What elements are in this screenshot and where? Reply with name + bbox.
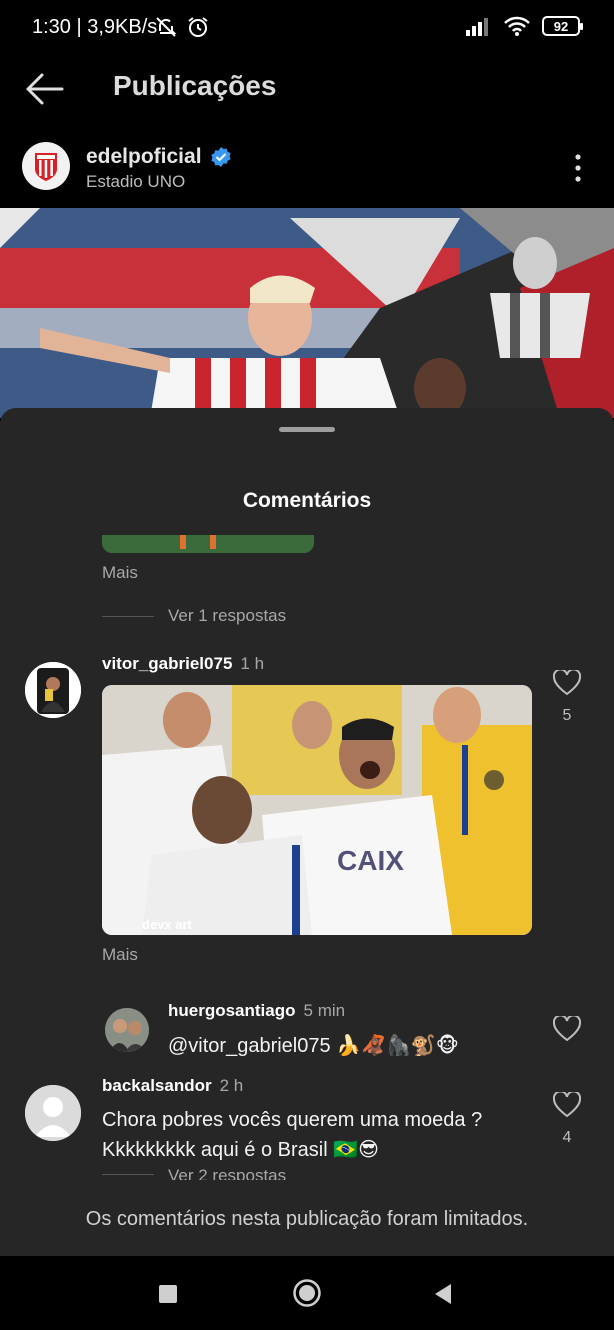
default-avatar-icon [25,1085,81,1141]
signal-icon [466,18,488,36]
comment-text-huergo: @vitor_gabriel075 🍌🦧🦍🐒🐵 [168,1035,459,1057]
alarm-icon [188,17,208,37]
avatar-photo-vitor [25,662,81,718]
sheet-drag-handle[interactable] [279,427,335,432]
comment-avatar-backal[interactable] [25,1085,81,1141]
battery-level: 92 [553,18,569,34]
previous-gif-artwork [180,535,216,549]
status-left-icons [154,15,210,39]
view-replies-2[interactable]: Ver 2 respostas [102,1166,286,1180]
comment-like-vitor[interactable]: 5 [552,668,582,725]
back-arrow-icon[interactable] [24,72,64,106]
comment-avatar-vitor[interactable] [25,662,81,718]
comment-time: 1 h [240,654,265,673]
comment-time: 2 h [219,1076,244,1095]
system-nav-bar [0,1256,614,1330]
post-author-row: edelpoficial Estadio UNO [0,126,614,208]
more-link-1[interactable]: Mais [102,563,138,583]
comment-avatar-huergo[interactable] [105,1008,149,1052]
author-avatar[interactable] [22,142,70,190]
replies-divider-line [102,615,154,617]
view-replies-label-2[interactable]: Ver 2 respostas [168,1166,286,1180]
square-nav-icon[interactable] [158,1284,178,1304]
view-replies-1[interactable]: Ver 1 respostas [102,606,286,626]
mute-icon [156,17,177,37]
status-time: 1:30 | 3,9KB/s [32,16,158,38]
comment-time: 5 min [303,1001,346,1020]
replies-divider-line [102,1174,154,1175]
heart-icon[interactable] [552,1014,582,1042]
comment-gif[interactable]: CAIX devx art [102,685,532,935]
svg-text:CAIX: CAIX [337,845,404,876]
like-count: 4 [562,1129,572,1146]
verified-badge-icon [210,147,231,167]
author-name-row[interactable]: edelpoficial [86,145,232,169]
comment-header-huergo: huergosantiago 5 min [168,1001,345,1021]
comment-like-backal[interactable]: 4 [552,1090,582,1147]
comment-like-huergo[interactable] [552,1014,582,1047]
view-replies-label-1[interactable]: Ver 1 respostas [168,606,286,626]
wifi-icon [504,16,530,36]
back-triangle-nav-icon[interactable] [433,1283,453,1305]
gif-celebration-artwork: CAIX devx art [102,685,532,935]
comment-username[interactable]: backalsandor [102,1076,212,1095]
status-bar: 1:30 | 3,9KB/s 92 [0,0,614,56]
page-title: Publicações [113,70,277,101]
author-username[interactable]: edelpoficial [86,145,202,169]
club-crest-icon [35,153,57,181]
comment-username[interactable]: vitor_gabriel075 [102,654,232,673]
gif-watermark: devx art [142,917,193,932]
like-count: 5 [562,707,572,724]
avatar-photo-huergo [105,1008,149,1052]
post-photo-artwork [0,208,614,418]
more-link-2[interactable]: Mais [102,945,138,965]
top-app-bar: Publicações [0,56,614,126]
previous-gif-thumbnail[interactable] [102,535,314,553]
more-vertical-icon[interactable] [568,153,588,183]
battery-indicator: 92 [542,16,583,36]
heart-icon[interactable] [552,668,582,696]
post-location[interactable]: Estadio UNO [86,172,185,192]
sheet-title: Comentários [242,489,372,512]
home-circle-nav-icon[interactable] [292,1278,322,1308]
comment-header-backal: backalsandor 2 h [102,1076,243,1096]
comment-username[interactable]: huergosantiago [168,1001,296,1020]
comments-limited-notice: Os comentários nesta publicação foram li… [85,1208,529,1230]
heart-icon[interactable] [552,1090,582,1118]
comment-text-backal: Chora pobres vocês querem uma moeda ? Kk… [102,1105,482,1165]
comment-text-line: Kkkkkkkkk aqui é o Brasil 🇧🇷😎 [102,1139,379,1161]
post-image[interactable] [0,208,614,418]
status-right-icons: 92 [466,16,583,36]
comment-header-vitor: vitor_gabriel075 1 h [102,654,264,674]
comments-sheet: Comentários Mais Ver 1 respostas vitor_g… [0,408,614,1256]
comment-text-line: Chora pobres vocês querem uma moeda ? [102,1109,483,1131]
